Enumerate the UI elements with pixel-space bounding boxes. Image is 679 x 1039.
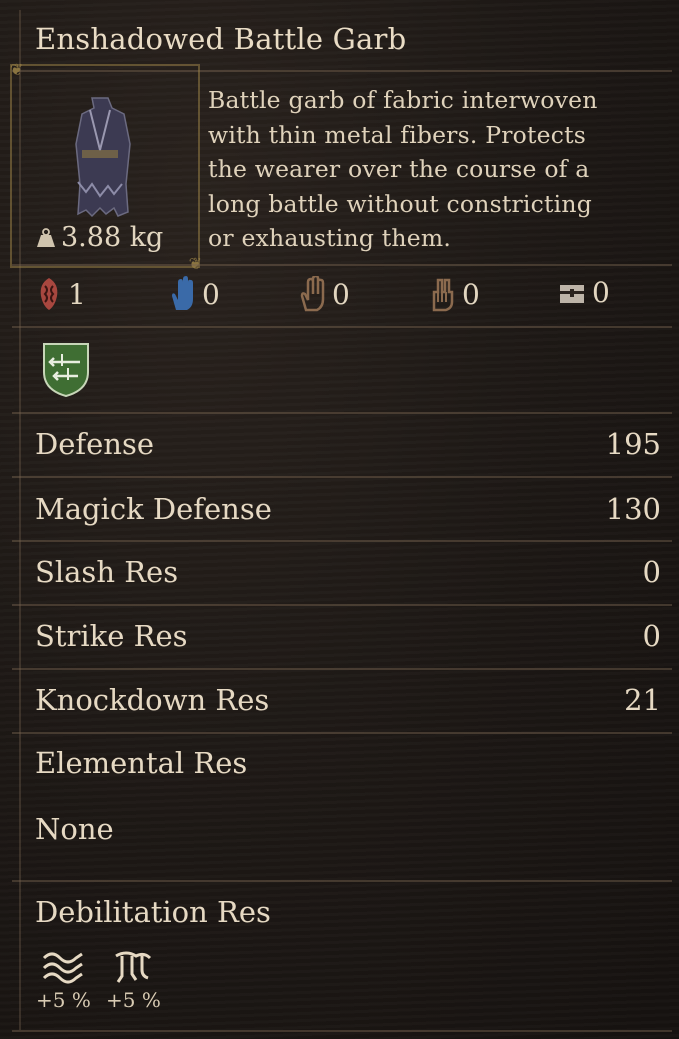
debilitation-value: +5 % [106,988,161,1012]
frame-ornament-icon: ❦ [10,60,24,79]
divider [12,326,672,328]
elemental-res-value: None [35,812,114,846]
stat-value: 130 [605,492,661,526]
requirement-row: 1 0 0 0 0 [0,276,679,318]
debilitation-item: +5 % [106,948,161,1012]
weight-value: 3.88 kg [61,222,164,253]
chest-icon [560,284,584,303]
requirement-value: 0 [592,276,610,309]
requirement-red: 1 [36,276,86,312]
blue-hand-icon [172,276,193,310]
requirement-value: 0 [202,277,220,311]
stat-row-magick-defense: Magick Defense 130 [35,489,661,529]
divider [12,668,672,670]
requirement-value: 0 [462,277,480,311]
swords-shield-icon [43,343,89,398]
weight-icon [37,227,55,247]
divider [12,732,672,734]
stat-row-knockdown-res: Knockdown Res 21 [35,680,661,720]
divider [12,604,672,606]
stat-value: 0 [642,555,661,589]
requirement-value: 0 [332,277,350,311]
requirement-brown-hand: 0 [298,276,350,312]
stat-value: 21 [624,683,661,717]
stat-row-strike-res: Strike Res 0 [35,616,661,656]
description-line: the wearer over the course of a [208,155,590,183]
divider [12,264,672,266]
armor-garb-icon [75,97,131,218]
divider [12,412,672,414]
stat-value: 0 [642,619,661,653]
wind-waves-icon [43,952,84,984]
description-line: Battle garb of fabric interwoven [208,86,598,114]
divider [12,540,672,542]
stat-label: Strike Res [35,619,188,653]
item-title: Enshadowed Battle Garb [35,22,407,56]
elemental-res-heading: Elemental Res [35,746,248,780]
description-line: long battle without constricting [208,189,592,218]
red-crest-icon [40,278,58,310]
item-description: Battle garb of fabric interwoven with th… [208,83,628,256]
requirement-brown-fist: 0 [428,276,480,312]
debilitation-value: +5 % [36,988,91,1012]
brown-hand-icon [300,276,325,312]
brown-fist-icon [432,278,454,312]
requirement-chest: 0 [558,276,610,309]
debilitation-item: +5 % [36,948,91,1012]
divider [12,880,672,882]
item-weight: 3.88 kg [35,222,163,253]
claw-icon [115,951,152,983]
stat-label: Magick Defense [35,492,272,526]
description-line: or exhausting them. [208,224,451,252]
description-line: with thin metal fibers. Protects [208,120,587,149]
requirement-value: 1 [68,277,86,311]
divider [12,1030,672,1032]
stat-row-slash-res: Slash Res 0 [35,552,661,592]
stat-label: Defense [35,427,155,461]
item-details-panel: Enshadowed Battle Garb ❦ ❦ 3.88 kg Battl… [0,0,679,1039]
stat-label: Slash Res [35,555,179,589]
debilitation-res-heading: Debilitation Res [35,895,271,929]
requirement-blue: 0 [168,276,220,312]
stat-label: Knockdown Res [35,683,270,717]
divider [12,476,672,478]
stat-value: 195 [605,427,661,461]
stat-row-defense: Defense 195 [35,424,661,464]
